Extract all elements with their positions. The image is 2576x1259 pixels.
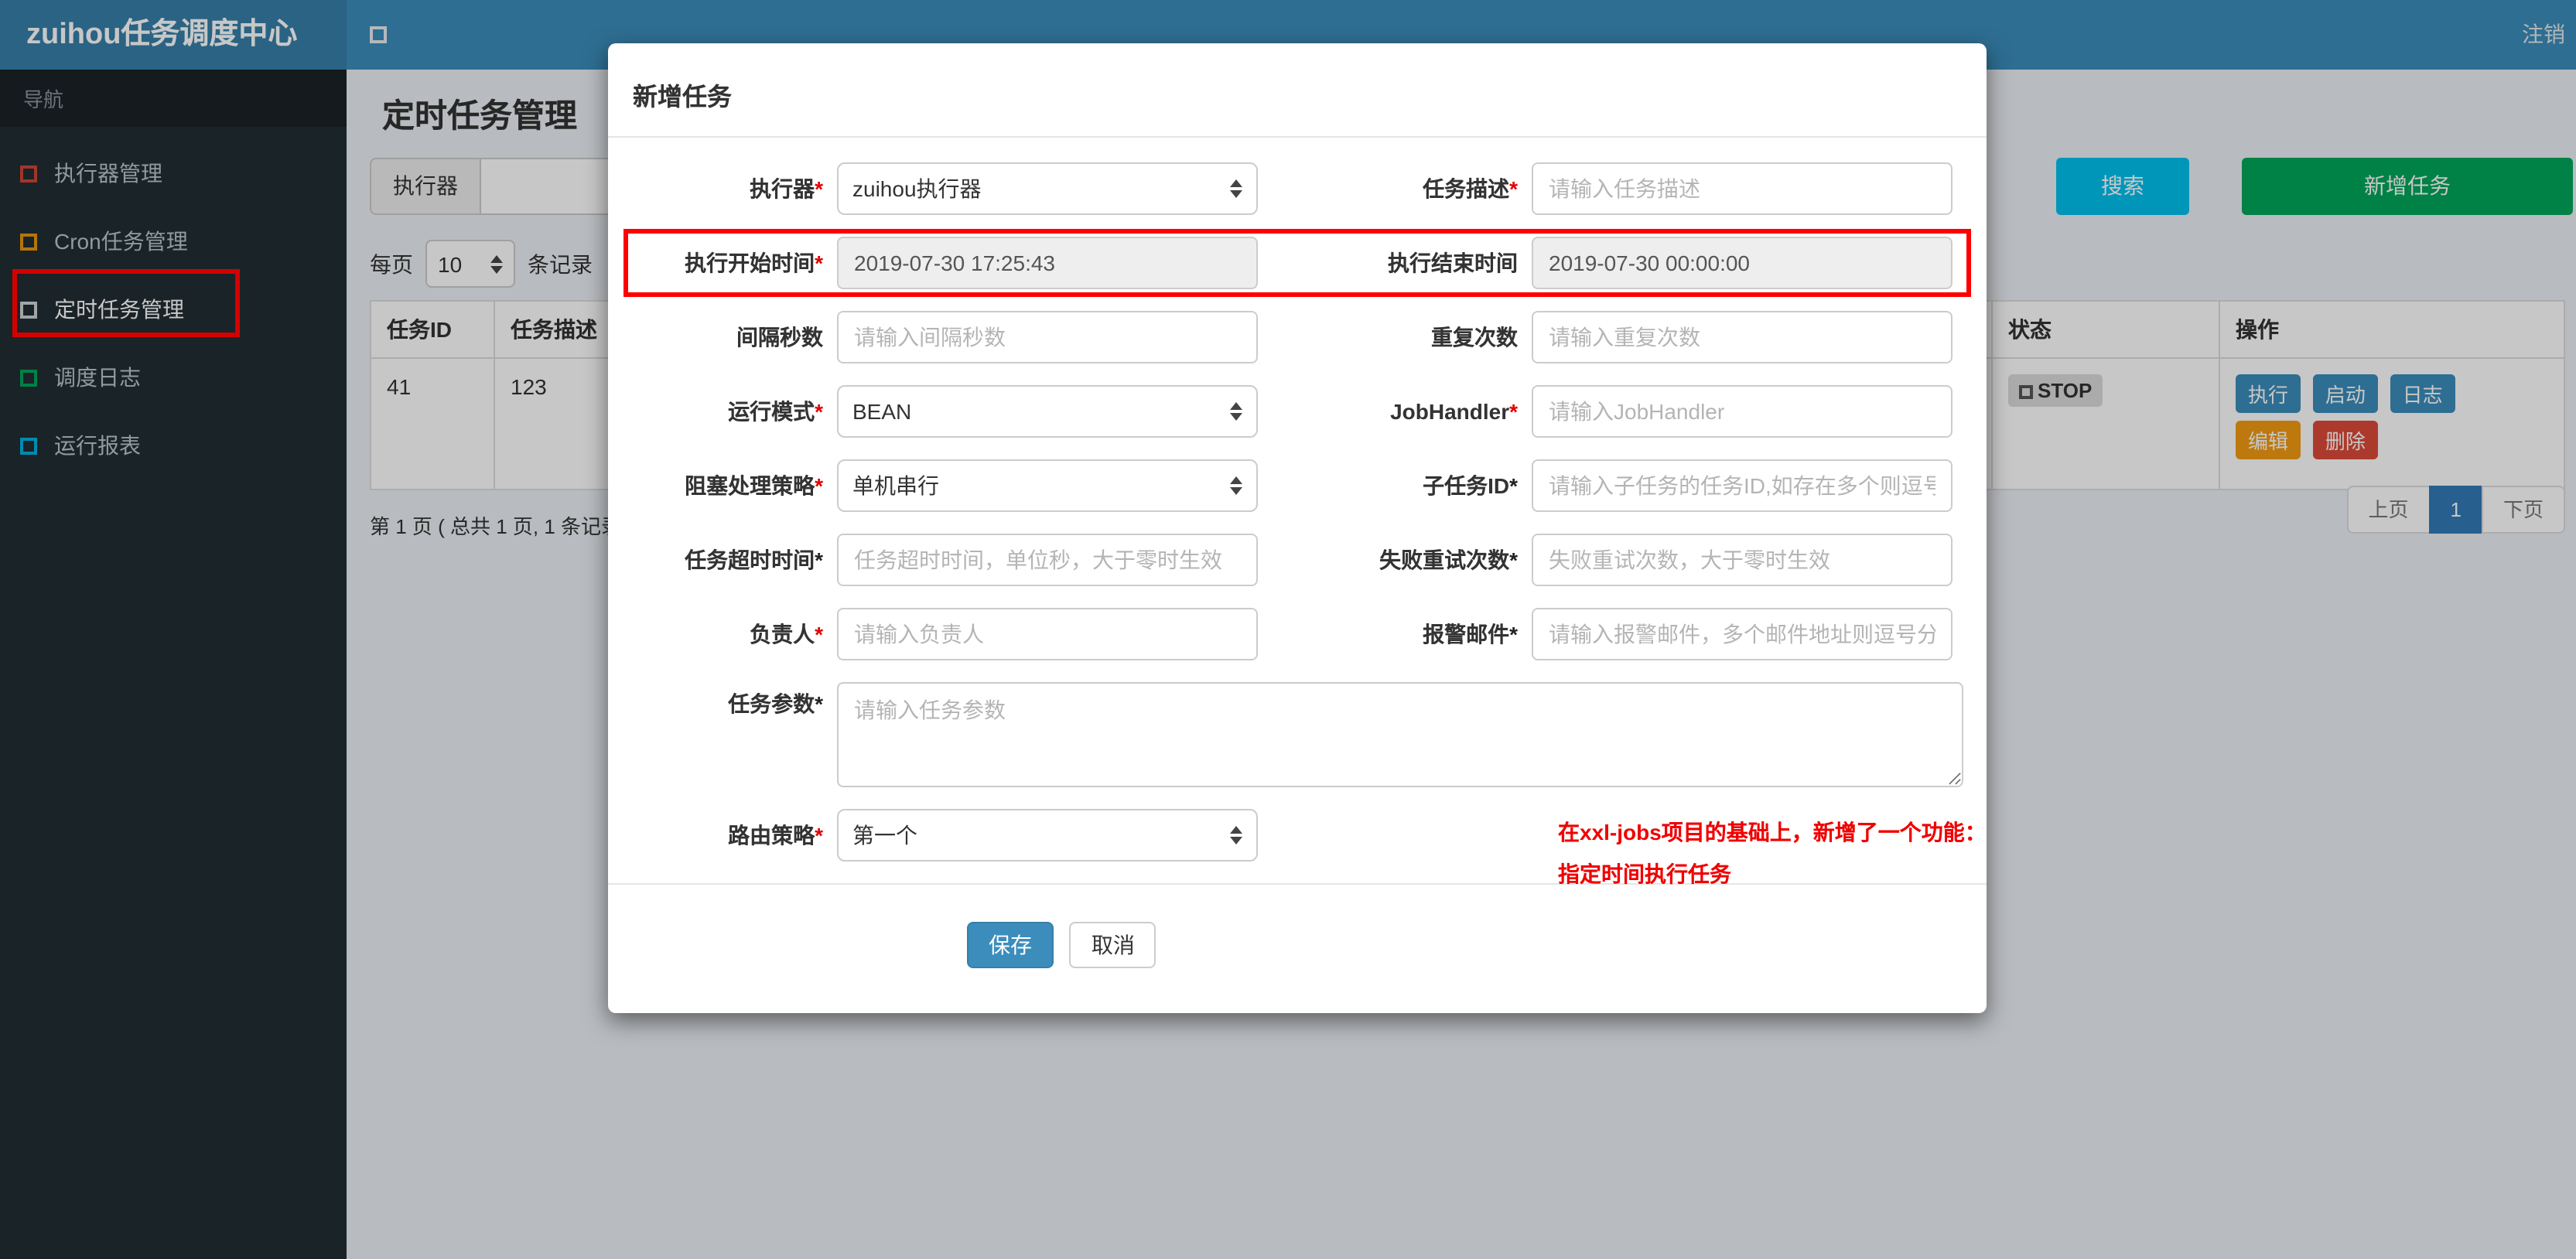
interval-label: 间隔秒数 [736, 325, 823, 350]
modal-body: 执行器* zuihou执行器 任务描述* 执行开始时间* 执行结 [608, 138, 1987, 886]
timeout-label: 任务超时时间* [685, 548, 823, 572]
executor-label: 执行器* [750, 176, 823, 201]
form-row-interval: 间隔秒数 重复次数 [631, 311, 1963, 363]
executor-select[interactable]: zuihou执行器 [837, 162, 1258, 215]
timeout-input[interactable] [837, 534, 1258, 586]
task-desc-input[interactable] [1532, 162, 1952, 215]
owner-input[interactable] [837, 608, 1258, 660]
form-row-route-strategy: 路由策略* 第一个 在xxl-jobs项目的基础上，新增了一个功能： 指定时间执… [631, 809, 1987, 886]
repeat-count-input[interactable] [1532, 311, 1952, 363]
end-time-input[interactable] [1532, 237, 1952, 289]
updown-caret-icon [1230, 826, 1242, 844]
add-task-modal: 新增任务 执行器* zuihou执行器 任务描述* 执行开始时间* [608, 43, 1987, 1013]
updown-caret-icon [1230, 476, 1242, 495]
interval-input[interactable] [837, 311, 1258, 363]
child-task-id-label: 子任务ID* [1423, 473, 1518, 498]
jobhandler-input[interactable] [1532, 385, 1952, 438]
form-row-executor: 执行器* zuihou执行器 任务描述* [631, 162, 1963, 215]
save-button[interactable]: 保存 [967, 922, 1054, 968]
task-desc-label: 任务描述* [1423, 176, 1518, 201]
fail-retry-label: 失败重试次数* [1379, 548, 1518, 572]
route-strategy-label: 路由策略* [728, 823, 823, 848]
jobhandler-label: JobHandler* [1390, 399, 1518, 424]
alarm-email-label: 报警邮件* [1423, 622, 1518, 647]
owner-label: 负责人* [750, 622, 823, 647]
block-strategy-select[interactable]: 单机串行 [837, 459, 1258, 512]
child-task-id-input[interactable] [1532, 459, 1952, 512]
form-row-block-strategy: 阻塞处理策略* 单机串行 子任务ID* [631, 459, 1963, 512]
repeat-count-label: 重复次数 [1431, 325, 1518, 350]
task-param-label: 任务参数* [728, 691, 823, 716]
end-time-label: 执行结束时间 [1388, 251, 1518, 275]
route-strategy-select[interactable]: 第一个 [837, 809, 1258, 862]
form-row-timeout: 任务超时时间* 失败重试次数* [631, 534, 1963, 586]
updown-caret-icon [1230, 402, 1242, 421]
form-row-run-mode: 运行模式* BEAN JobHandler* [631, 385, 1963, 438]
form-row-owner: 负责人* 报警邮件* [631, 608, 1963, 660]
modal-footer: 保存 取消 [608, 883, 1987, 1013]
start-time-label: 执行开始时间* [685, 251, 823, 275]
form-row-exec-time: 执行开始时间* 执行结束时间 [624, 229, 1971, 297]
fail-retry-input[interactable] [1532, 534, 1952, 586]
feature-note-text: 在xxl-jobs项目的基础上，新增了一个功能： 指定时间执行任务 [1558, 820, 1987, 886]
updown-caret-icon [1230, 179, 1242, 198]
alarm-email-input[interactable] [1532, 608, 1952, 660]
form-row-task-param: 任务参数* [631, 682, 1963, 787]
run-mode-select[interactable]: BEAN [837, 385, 1258, 438]
task-param-textarea[interactable] [837, 682, 1963, 787]
start-time-input[interactable] [837, 237, 1258, 289]
cancel-button[interactable]: 取消 [1069, 922, 1156, 968]
block-strategy-label: 阻塞处理策略* [685, 473, 823, 498]
modal-title: 新增任务 [608, 43, 1987, 138]
app-root: zuihou任务调度中心 导航 执行器管理 Cron任务管理 定时任务管理 调度… [0, 0, 2576, 1259]
run-mode-label: 运行模式* [728, 399, 823, 424]
